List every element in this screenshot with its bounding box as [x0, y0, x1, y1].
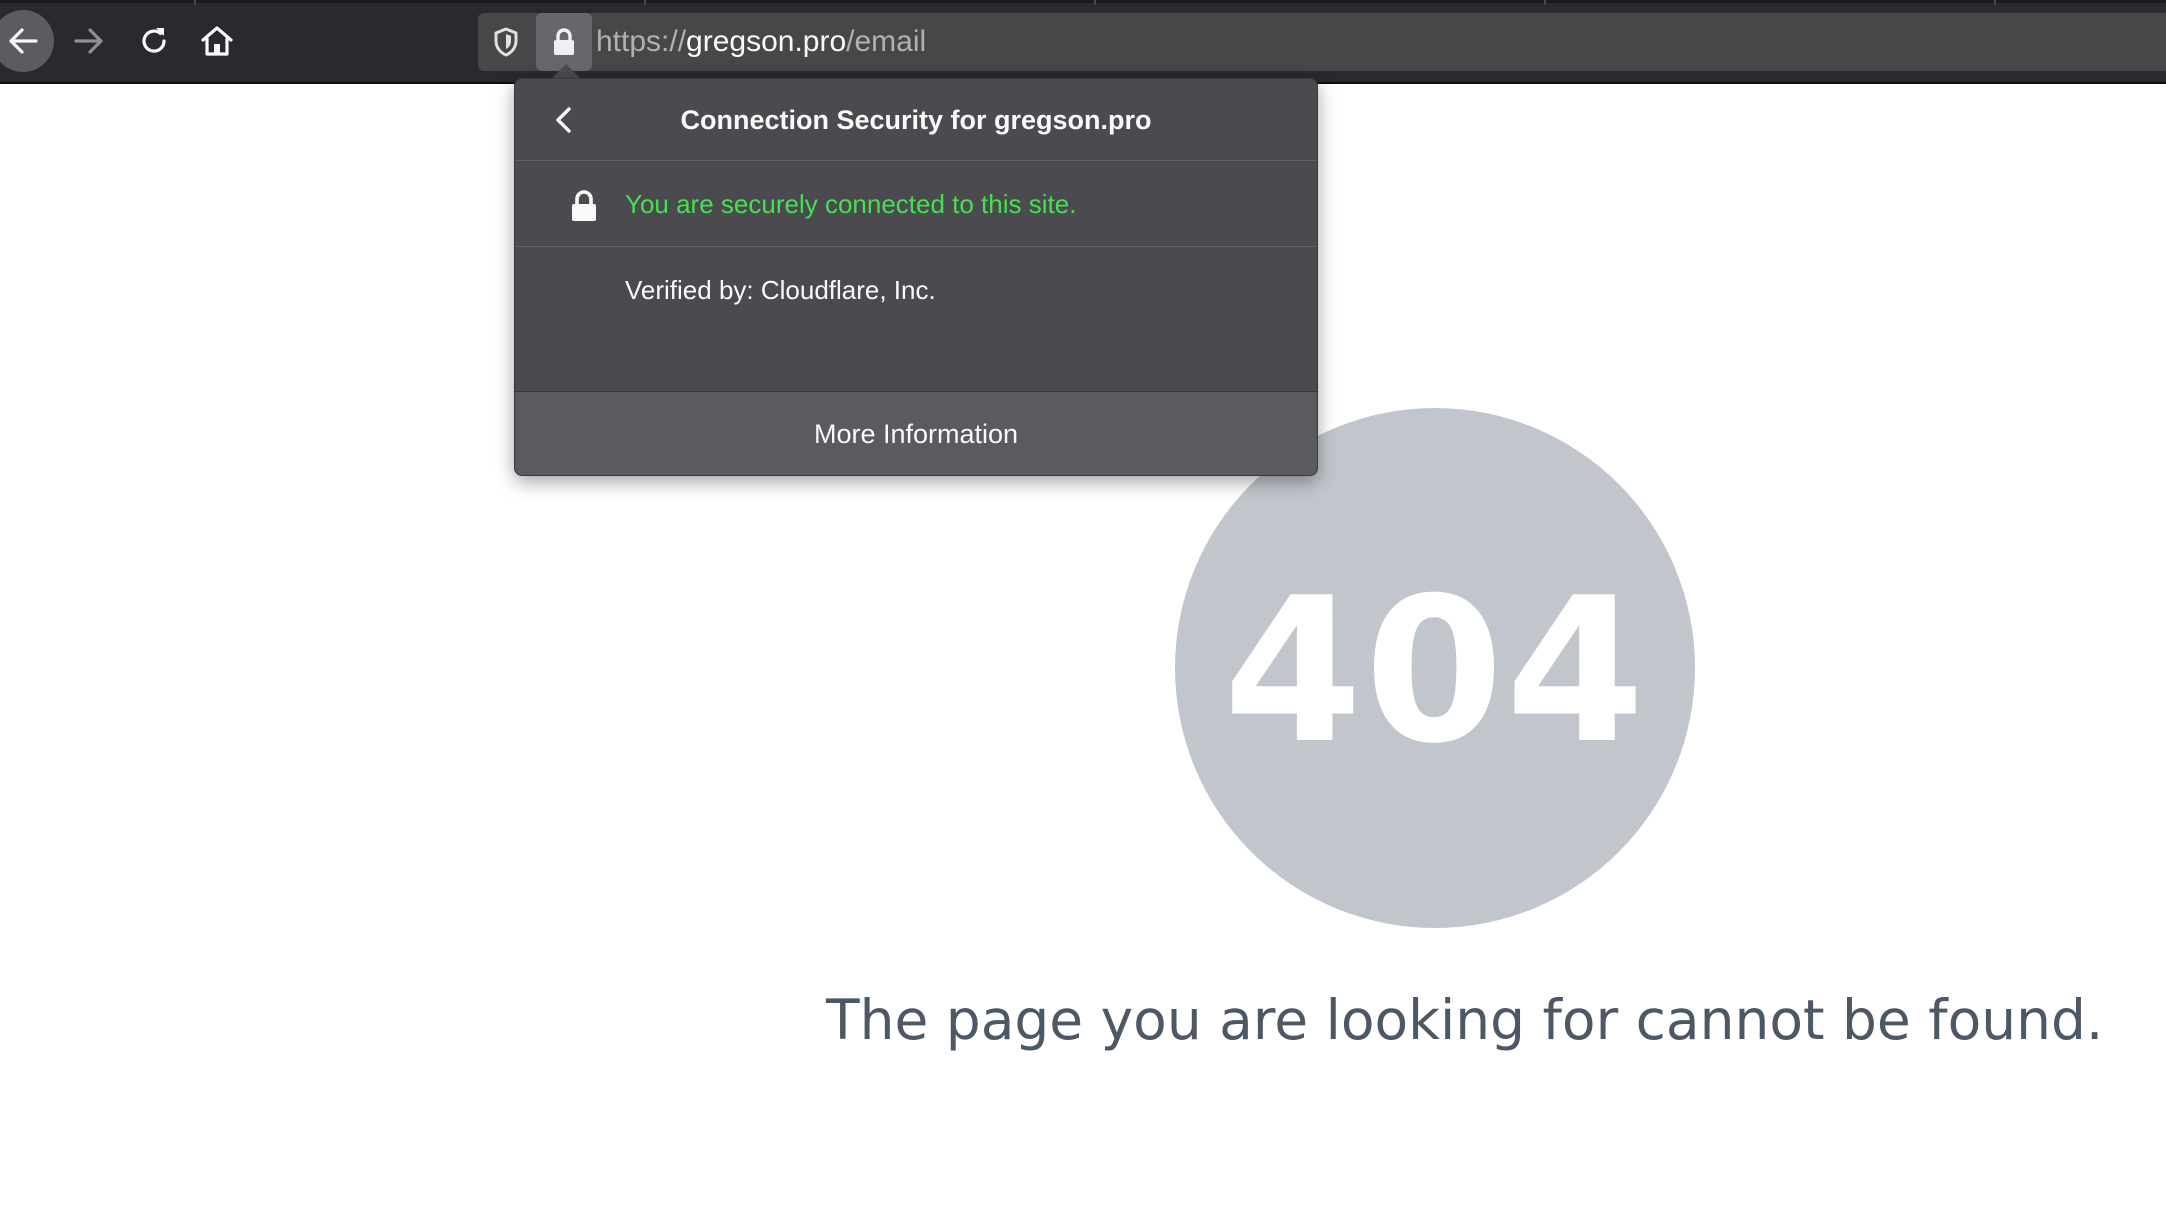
error-code: 404 [1223, 555, 1647, 788]
reload-icon [142, 28, 166, 53]
shield-icon [494, 27, 518, 57]
tab-separator [194, 0, 196, 4]
url-bar[interactable]: https://gregson.pro/email [478, 13, 2166, 71]
tab-separator [1994, 0, 1996, 4]
error-message: The page you are looking for cannot be f… [826, 988, 2104, 1052]
verified-by-text: Verified by: Cloudflare, Inc. [625, 275, 936, 305]
arrow-right-icon [74, 28, 103, 54]
popup-header: Connection Security for gregson.pro [515, 79, 1317, 161]
browser-toolbar: https://gregson.pro/email [0, 0, 2166, 84]
tab-separator [1094, 0, 1096, 4]
secure-connection-row: You are securely connected to this site. [515, 161, 1317, 247]
back-button[interactable] [0, 10, 54, 72]
lock-icon [554, 28, 574, 55]
more-information-button[interactable]: More Information [515, 391, 1317, 475]
site-security-button[interactable] [536, 13, 592, 71]
home-icon [201, 26, 233, 56]
tab-separator [644, 0, 646, 4]
popup-title: Connection Security for gregson.pro [680, 105, 1152, 135]
forward-button[interactable] [58, 10, 120, 72]
tab-separator [1544, 0, 1546, 4]
arrow-left-icon [9, 28, 38, 54]
lock-icon [572, 190, 596, 221]
url-path: /email [846, 25, 927, 58]
connection-security-panel: Connection Security for gregson.pro You … [514, 78, 1318, 476]
reload-button[interactable] [123, 10, 185, 72]
url-host: gregson.pro [686, 25, 847, 58]
home-button[interactable] [186, 10, 248, 72]
tab-strip [0, 0, 2166, 3]
url-text[interactable]: https://gregson.pro/email [596, 13, 926, 71]
secure-message: You are securely connected to this site. [625, 189, 1077, 219]
tracking-protection-button[interactable] [478, 13, 534, 71]
error-circle: 404 [1175, 408, 1695, 928]
popup-arrow [552, 64, 580, 78]
url-scheme: https:// [596, 25, 687, 58]
